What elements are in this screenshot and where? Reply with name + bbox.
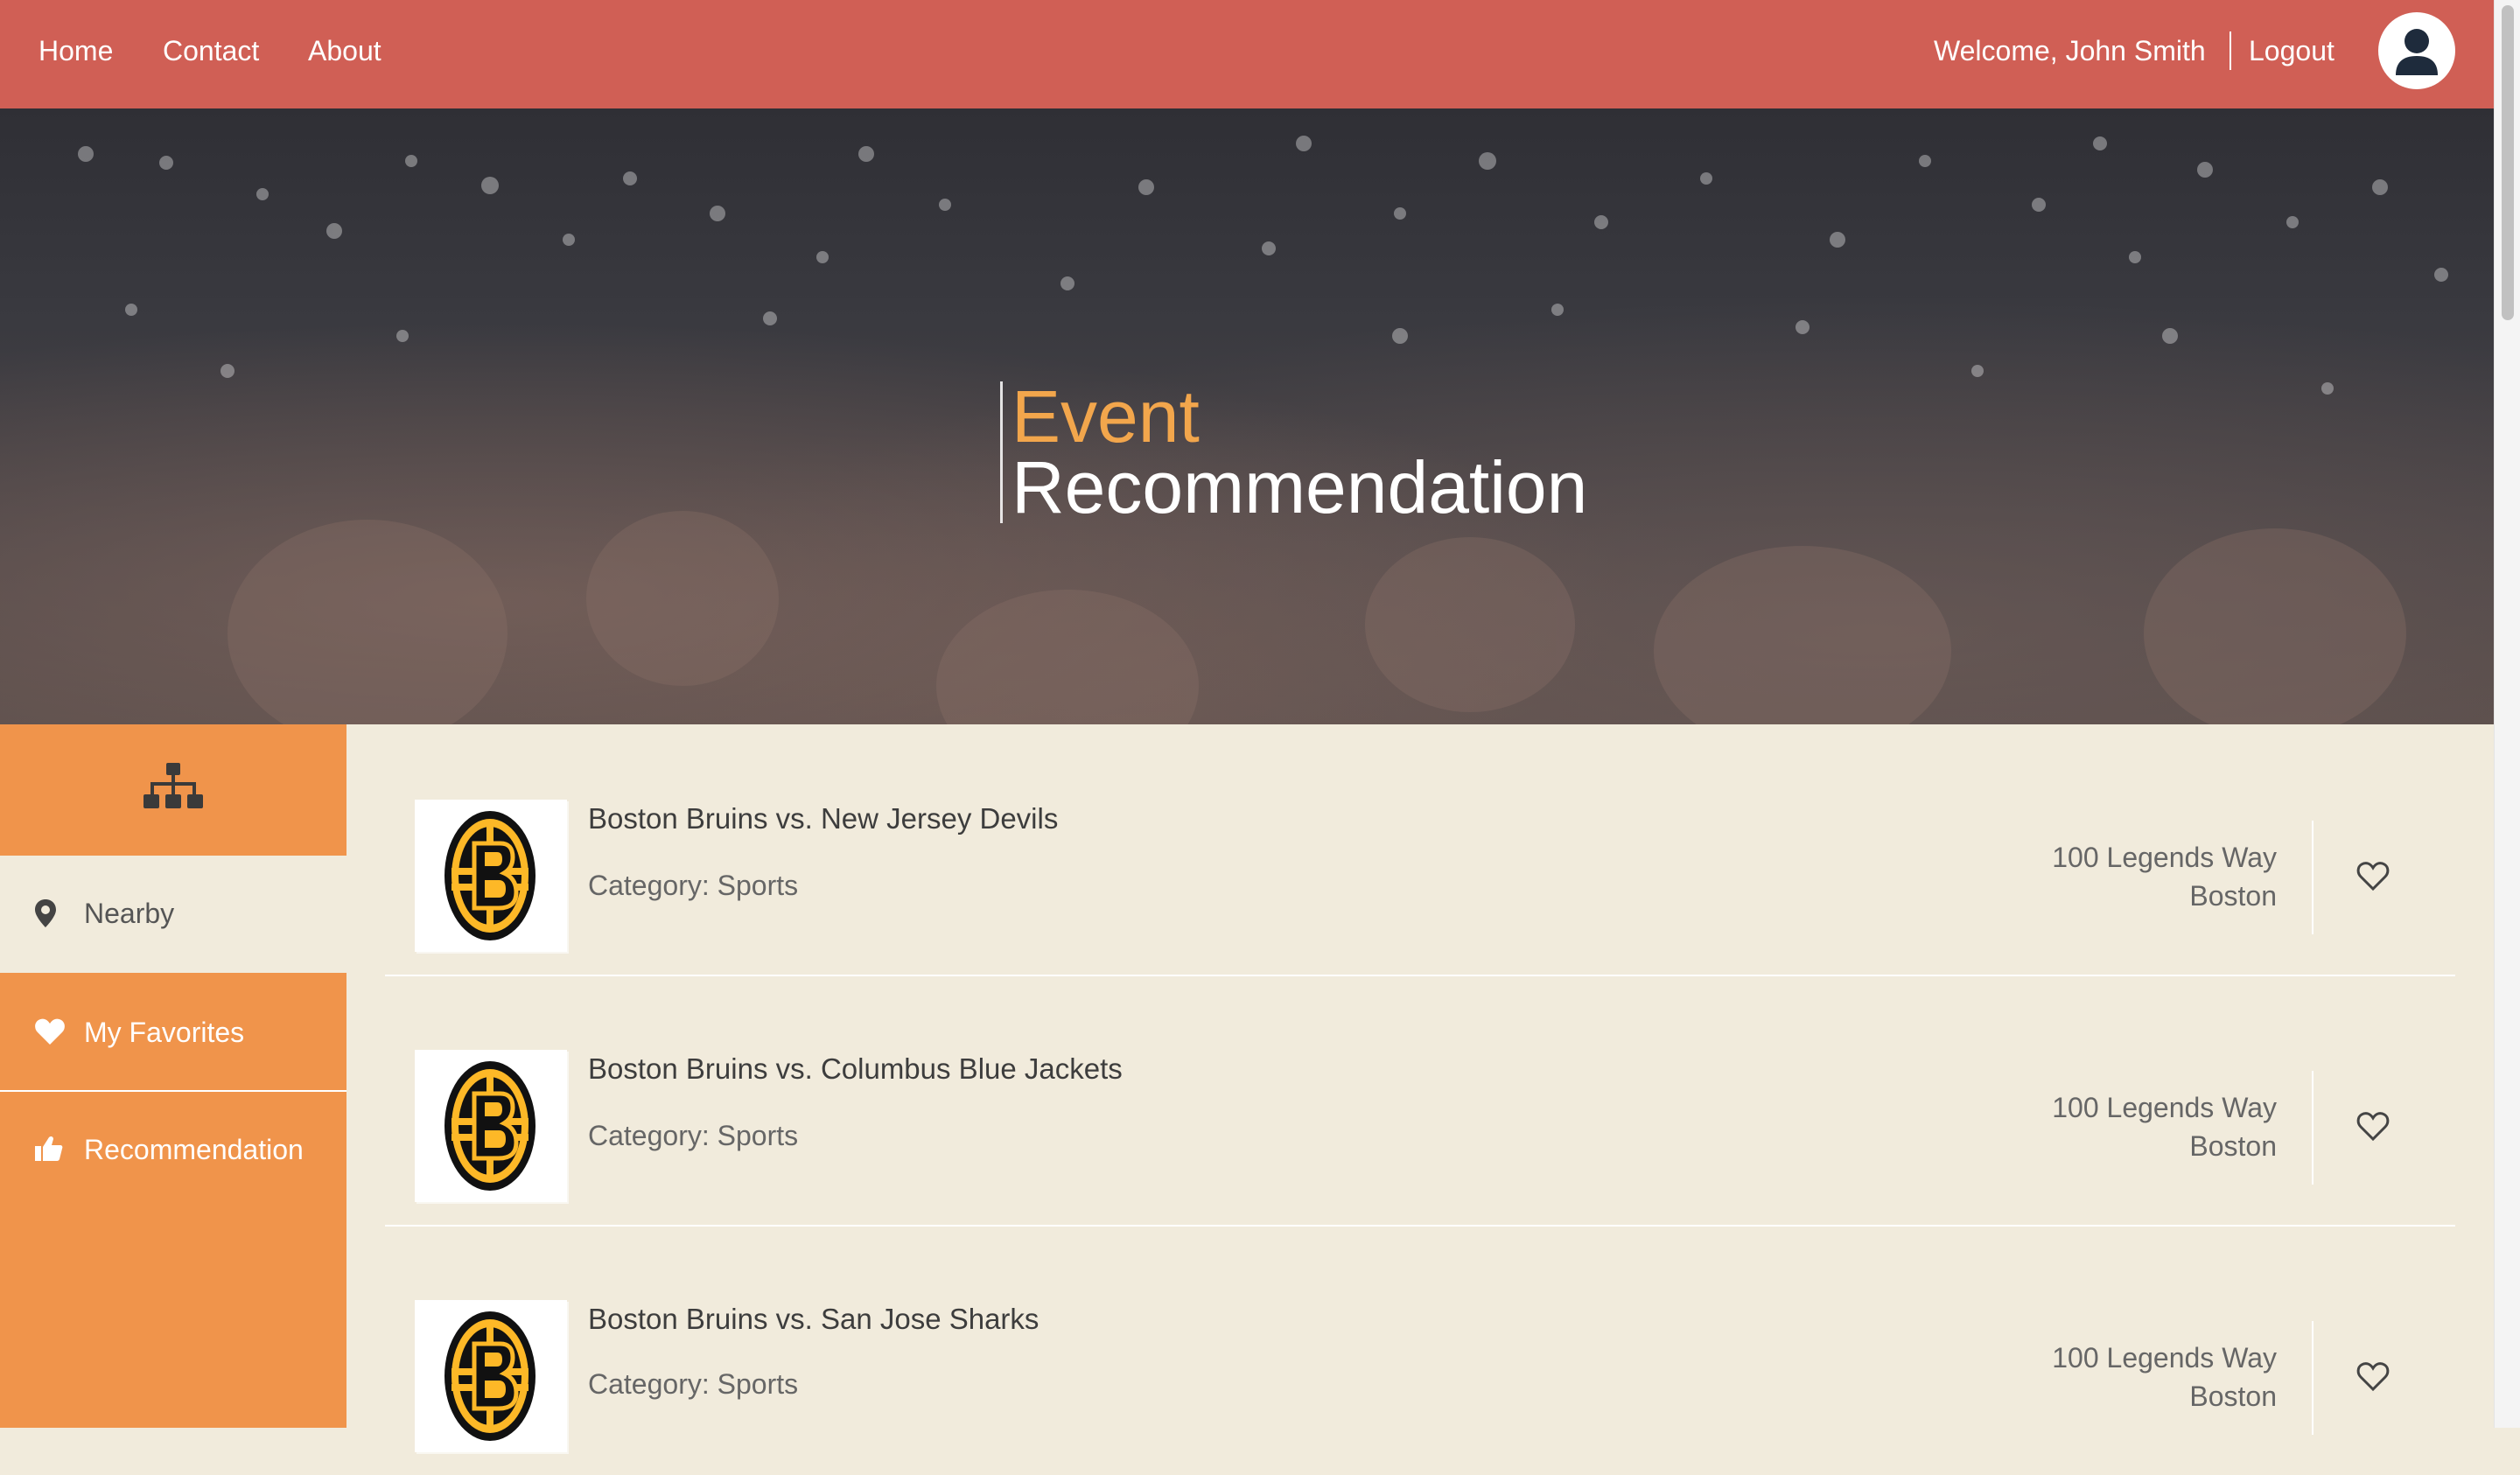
favorite-heart-icon[interactable] <box>2354 1358 2392 1396</box>
event-address-street: 100 Legends Way <box>2052 1342 2277 1374</box>
event-name[interactable]: Boston Bruins vs. Columbus Blue Jackets <box>588 1050 1123 1088</box>
top-nav-bar: Home Contact About Welcome, John Smith L… <box>0 0 2494 108</box>
event-category: Category: Sports <box>588 870 799 901</box>
event-divider <box>2312 821 2314 934</box>
hero-title-line2: Recommendation <box>1012 446 1588 528</box>
event-address: 100 Legends Way Boston <box>1927 838 2277 915</box>
nav-home-link[interactable]: Home <box>38 31 113 70</box>
sidebar-header <box>0 724 346 856</box>
nav-divider <box>2230 31 2231 70</box>
event-divider <box>2312 1071 2314 1185</box>
nav-contact-link[interactable]: Contact <box>163 31 259 70</box>
event-category: Category: Sports <box>588 1120 799 1151</box>
heart-icon <box>35 1018 65 1045</box>
event-category: Category: Sports <box>588 1368 799 1400</box>
event-address-city: Boston <box>2189 1381 2277 1412</box>
event-row[interactable]: Boston Bruins vs. Columbus Blue Jackets … <box>385 975 2455 1227</box>
hero-banner: Event Recommendation <box>0 108 2494 724</box>
favorite-heart-icon[interactable] <box>2354 1108 2392 1146</box>
logout-link[interactable]: Logout <box>2249 31 2334 70</box>
bruins-logo-image <box>444 1311 536 1441</box>
bruins-logo-image <box>444 811 536 940</box>
hero-title: Event Recommendation <box>1000 375 1588 528</box>
event-divider <box>2312 1321 2314 1435</box>
sidebar-item-label: My Favorites <box>84 1017 245 1048</box>
event-team-logo <box>415 1300 567 1452</box>
event-address: 100 Legends Way Boston <box>1927 1339 2277 1416</box>
page-scrollbar[interactable] <box>2494 0 2520 1428</box>
user-icon <box>2396 29 2438 75</box>
sitemap-icon <box>144 763 203 808</box>
sidebar-item-label: Recommendation <box>84 1134 304 1165</box>
thumbs-up-icon <box>35 1136 63 1161</box>
nav-about-link[interactable]: About <box>308 31 382 70</box>
bruins-logo-image <box>444 1061 536 1191</box>
event-team-logo <box>415 800 567 952</box>
sidebar-item-my-favorites[interactable]: My Favorites <box>0 975 346 1092</box>
sidebar-item-nearby[interactable]: Nearby <box>0 856 346 973</box>
event-name[interactable]: Boston Bruins vs. San Jose Sharks <box>588 1300 1039 1339</box>
event-address: 100 Legends Way Boston <box>1927 1088 2277 1165</box>
event-row[interactable]: Boston Bruins vs. San Jose Sharks Catego… <box>385 1225 2455 1475</box>
event-address-city: Boston <box>2189 1130 2277 1162</box>
favorite-heart-icon[interactable] <box>2354 857 2392 896</box>
event-row[interactable]: Boston Bruins vs. New Jersey Devils Cate… <box>385 724 2455 976</box>
welcome-text: Welcome, John Smith <box>1934 35 2206 66</box>
map-marker-icon <box>35 899 56 927</box>
avatar[interactable] <box>2378 12 2455 89</box>
sidebar-item-label: Nearby <box>84 898 175 929</box>
event-address-city: Boston <box>2189 880 2277 912</box>
hero-title-line1: Event <box>1012 375 1200 458</box>
event-address-street: 100 Legends Way <box>2052 842 2277 873</box>
event-name[interactable]: Boston Bruins vs. New Jersey Devils <box>588 800 1058 838</box>
sidebar: Nearby My Favorites Recommendation <box>0 724 346 1428</box>
sidebar-item-recommendation[interactable]: Recommendation <box>0 1092 346 1207</box>
scrollbar-thumb[interactable] <box>2502 5 2514 320</box>
event-team-logo <box>415 1050 567 1202</box>
event-address-street: 100 Legends Way <box>2052 1092 2277 1123</box>
